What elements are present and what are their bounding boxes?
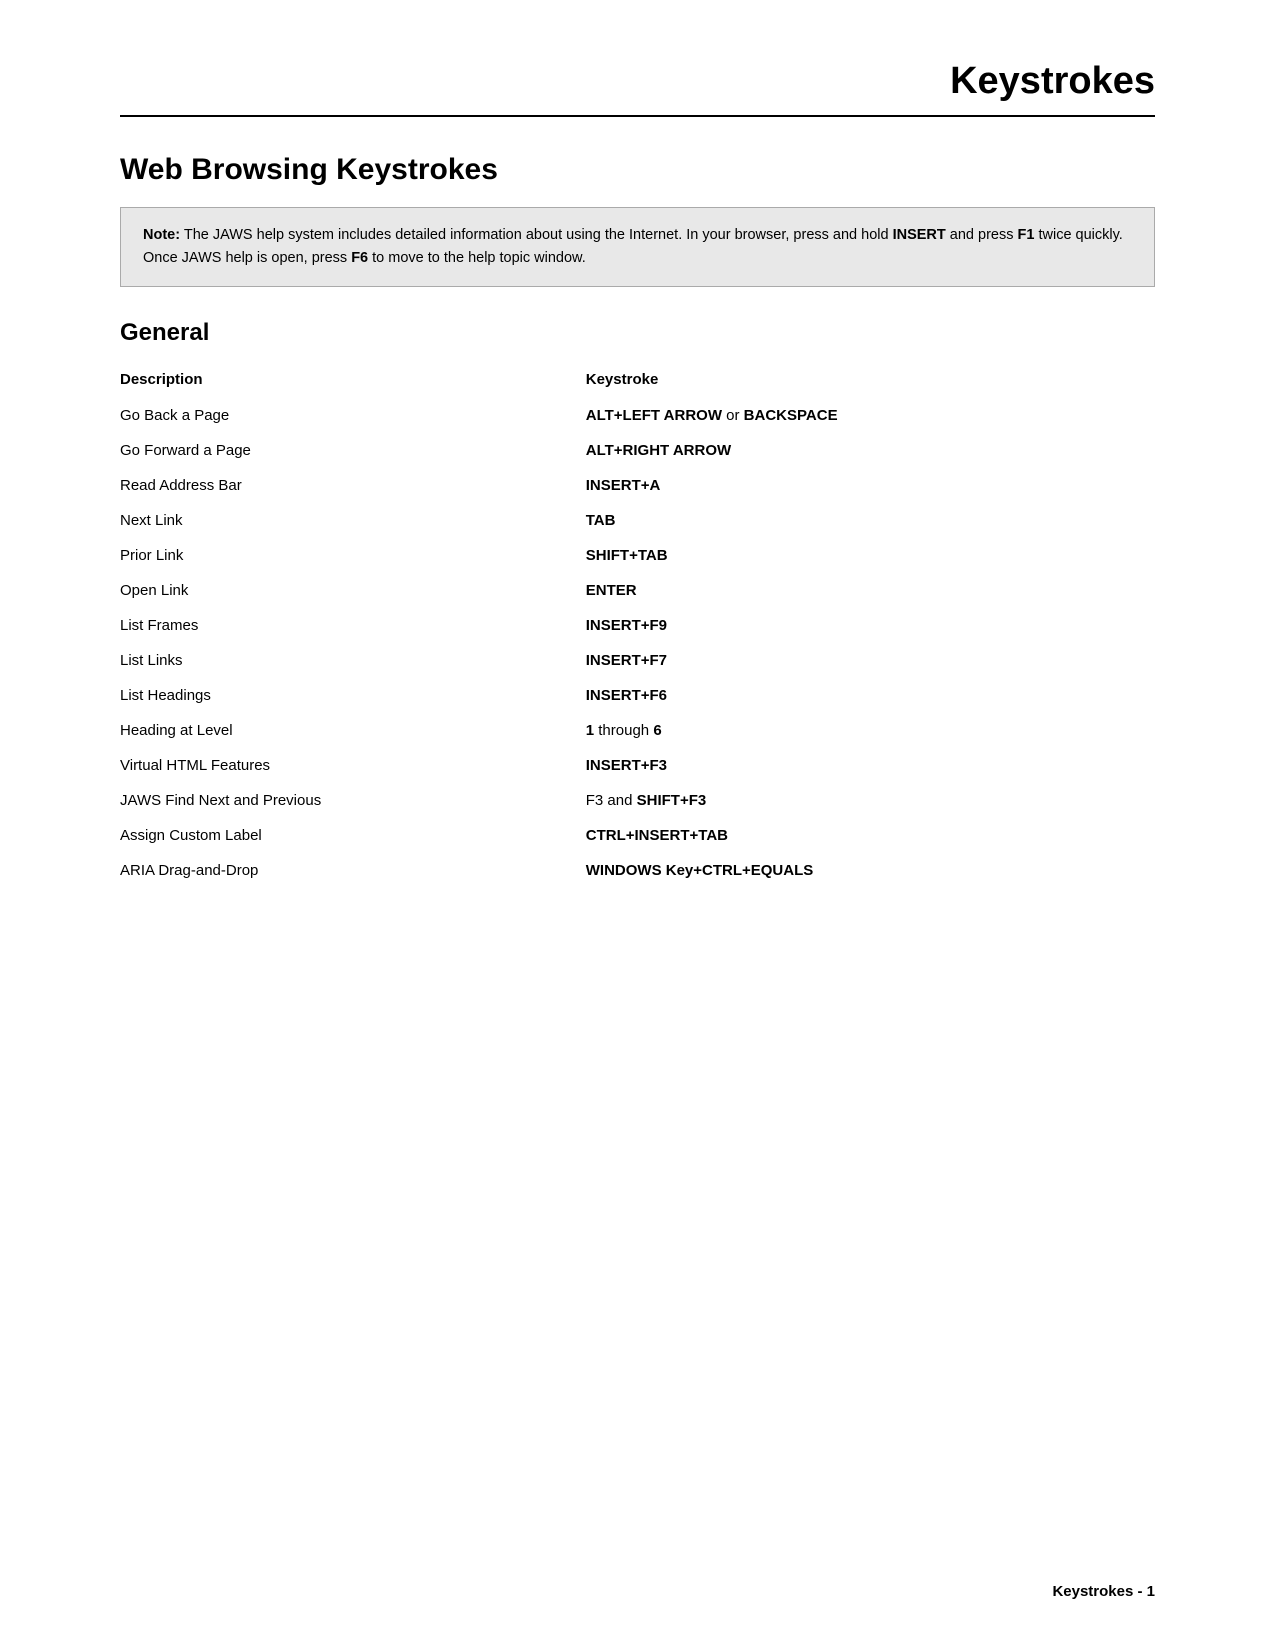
row-description: Open Link (120, 573, 586, 608)
table-row: Prior LinkSHIFT+TAB (120, 538, 1155, 573)
note-label: Note: (143, 227, 180, 243)
row-keystroke: INSERT+F9 (586, 608, 1155, 643)
table-row: Go Forward a PageALT+RIGHT ARROW (120, 433, 1155, 468)
row-keystroke: ENTER (586, 573, 1155, 608)
row-keystroke: ALT+RIGHT ARROW (586, 433, 1155, 468)
subsection-title-general: General (120, 319, 1155, 347)
row-keystroke: TAB (586, 503, 1155, 538)
table-row: List FramesINSERT+F9 (120, 608, 1155, 643)
row-keystroke: WINDOWS Key+CTRL+EQUALS (586, 853, 1155, 888)
table-row: List LinksINSERT+F7 (120, 643, 1155, 678)
row-keystroke: INSERT+A (586, 468, 1155, 503)
row-description: Go Forward a Page (120, 433, 586, 468)
row-keystroke: INSERT+F6 (586, 678, 1155, 713)
row-keystroke: INSERT+F3 (586, 748, 1155, 783)
note-text: The JAWS help system includes detailed i… (143, 227, 1123, 266)
page-title: Keystrokes (950, 60, 1155, 103)
table-row: Read Address BarINSERT+A (120, 468, 1155, 503)
row-description: Prior Link (120, 538, 586, 573)
row-description: Heading at Level (120, 713, 586, 748)
note-box: Note: The JAWS help system includes deta… (120, 207, 1155, 287)
table-row: Heading at Level1 through 6 (120, 713, 1155, 748)
row-description: Read Address Bar (120, 468, 586, 503)
page-footer: Keystrokes - 1 (1052, 1583, 1155, 1600)
table-row: Go Back a PageALT+LEFT ARROW or BACKSPAC… (120, 398, 1155, 433)
page: Keystrokes Web Browsing Keystrokes Note:… (0, 0, 1275, 1650)
table-row: Open LinkENTER (120, 573, 1155, 608)
keystroke-table: Description Keystroke Go Back a PageALT+… (120, 365, 1155, 888)
row-description: Virtual HTML Features (120, 748, 586, 783)
table-row: Virtual HTML FeaturesINSERT+F3 (120, 748, 1155, 783)
row-description: List Frames (120, 608, 586, 643)
row-description: JAWS Find Next and Previous (120, 783, 586, 818)
row-description: ARIA Drag-and-Drop (120, 853, 586, 888)
page-title-bar: Keystrokes (120, 60, 1155, 117)
table-row: Assign Custom LabelCTRL+INSERT+TAB (120, 818, 1155, 853)
col-header-keystroke: Keystroke (586, 365, 1155, 398)
row-description: List Headings (120, 678, 586, 713)
row-keystroke: INSERT+F7 (586, 643, 1155, 678)
row-keystroke: SHIFT+TAB (586, 538, 1155, 573)
table-row: Next LinkTAB (120, 503, 1155, 538)
table-row: List HeadingsINSERT+F6 (120, 678, 1155, 713)
row-keystroke: F3 and SHIFT+F3 (586, 783, 1155, 818)
row-description: Assign Custom Label (120, 818, 586, 853)
section-title: Web Browsing Keystrokes (120, 153, 1155, 187)
row-keystroke: ALT+LEFT ARROW or BACKSPACE (586, 398, 1155, 433)
col-header-description: Description (120, 365, 586, 398)
table-row: ARIA Drag-and-DropWINDOWS Key+CTRL+EQUAL… (120, 853, 1155, 888)
table-row: JAWS Find Next and PreviousF3 and SHIFT+… (120, 783, 1155, 818)
row-keystroke: CTRL+INSERT+TAB (586, 818, 1155, 853)
row-description: Next Link (120, 503, 586, 538)
row-description: List Links (120, 643, 586, 678)
row-keystroke: 1 through 6 (586, 713, 1155, 748)
row-description: Go Back a Page (120, 398, 586, 433)
